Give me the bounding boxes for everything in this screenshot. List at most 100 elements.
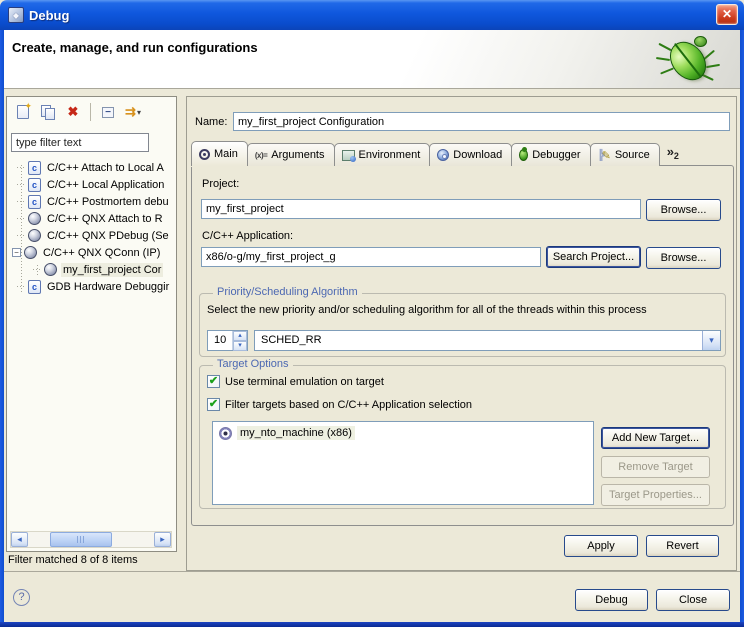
duplicate-configuration-button[interactable] [37,101,59,123]
spinner-down-icon[interactable]: ▾ [233,341,247,351]
scheduler-combo[interactable]: SCHED_RR ▾ [254,330,721,351]
title-bar: ◆ Debug [0,0,744,30]
project-input[interactable] [201,199,641,219]
tab-main[interactable]: Main [191,141,248,166]
project-browse-button[interactable]: Browse... [646,199,721,221]
qnx-sphere-icon [24,246,37,259]
filter-icon: ⇉ [125,104,136,120]
tree-item-postmortem[interactable]: c C/C++ Postmortem debu [7,193,176,210]
filter-dropdown-icon: ▾ [137,108,141,117]
target-machine-icon [219,427,232,440]
qnx-sphere-icon [28,229,41,242]
debug-button[interactable]: Debug [575,589,648,611]
application-input[interactable] [201,247,541,267]
combo-dropdown-icon[interactable]: ▾ [702,331,720,350]
tab-download[interactable]: Download [429,143,512,166]
filter-configurations-button[interactable]: ⇉ ▾ [122,101,144,123]
add-new-target-button[interactable]: Add New Target... [601,427,710,449]
scrollbar-thumb[interactable] [50,532,112,547]
application-label: C/C++ Application: [202,230,293,242]
scroll-left-button[interactable]: ◂ [11,532,28,547]
qnx-sphere-icon [28,212,41,225]
target-list-item[interactable]: my_nto_machine (x86) [213,422,593,442]
window-border-left [0,30,4,623]
configuration-tabs: Main (x)= Arguments Environment Download… [191,141,683,166]
filter-status-text: Filter matched 8 of 8 items [8,554,138,566]
window-border-right [740,30,744,623]
priority-description: Select the new priority and/or schedulin… [207,304,647,316]
terminal-emulation-checkbox[interactable]: ✔ [207,375,220,388]
target-properties-button[interactable]: Target Properties... [601,484,710,506]
scheduler-value: SCHED_RR [255,331,702,350]
configuration-form-panel: Name: Main (x)= Arguments Environment Do… [186,96,737,571]
configurations-panel: ✦ ✖ − ⇉ ▾ c C/C++ Attach to Local A c C/… [6,96,177,552]
target-options-group: Target Options ✔ Use terminal emulation … [199,365,726,509]
help-button[interactable]: ? [13,589,30,606]
tab-debugger[interactable]: Debugger [511,143,590,166]
window-title: Debug [29,8,69,23]
c-application-icon: c [28,280,41,294]
duplicate-icon [41,105,56,120]
configurations-toolbar: ✦ ✖ − ⇉ ▾ [7,97,176,127]
environment-tab-icon [342,150,355,161]
tab-environment[interactable]: Environment [334,143,431,166]
close-window-button[interactable]: ✕ [716,4,738,25]
application-browse-button[interactable]: Browse... [646,247,721,269]
header-banner: Create, manage, and run configurations [4,30,740,89]
collapse-all-button[interactable]: − [97,101,119,123]
configuration-name-input[interactable] [233,112,730,131]
debugger-bug-icon [519,149,528,161]
tree-item-qnx-qconn[interactable]: − C/C++ QNX QConn (IP) [7,244,176,261]
tree-item-qnx-attach[interactable]: C/C++ QNX Attach to R [7,210,176,227]
collapse-expander-icon[interactable]: − [12,248,21,257]
c-application-icon: c [28,178,41,192]
priority-scheduling-group: Priority/Scheduling Algorithm Select the… [199,293,726,357]
c-application-icon: c [28,195,41,209]
tab-source[interactable]: ╠✎ Source [590,143,660,166]
window-icon: ◆ [8,7,24,23]
c-application-icon: c [28,161,41,175]
filter-text-input[interactable] [11,133,149,152]
configurations-tree: c C/C++ Attach to Local A c C/C++ Local … [7,159,176,525]
scroll-right-button[interactable]: ▸ [154,532,171,547]
dialog-close-button[interactable]: Close [656,589,730,611]
tab-arguments[interactable]: (x)= Arguments [247,143,335,166]
priority-group-title: Priority/Scheduling Algorithm [213,286,362,298]
tree-item-local-application[interactable]: c C/C++ Local Application [7,176,176,193]
tree-item-attach-local[interactable]: c C/C++ Attach to Local A [7,159,176,176]
tree-item-gdb-hardware[interactable]: c GDB Hardware Debuggir [7,278,176,295]
arguments-tab-icon: (x)= [255,151,267,160]
terminal-emulation-row: ✔ Use terminal emulation on target [207,375,384,388]
source-tab-icon: ╠✎ [598,149,611,162]
name-label: Name: [195,116,227,128]
scrollbar-track[interactable] [28,532,154,547]
hidden-tab-count: 2 [674,151,679,161]
filter-targets-label: Filter targets based on C/C++ Applicatio… [225,399,472,411]
tab-overflow-indicator[interactable]: »2 [663,144,683,166]
priority-value[interactable]: 10 [208,331,232,350]
qnx-sphere-icon [44,263,57,276]
toolbar-separator [90,103,91,121]
delete-icon: ✖ [68,104,79,120]
new-document-icon: ✦ [17,105,29,119]
target-machine-label: my_nto_machine (x86) [237,426,355,440]
project-label: Project: [202,178,239,190]
remove-target-button[interactable]: Remove Target [601,456,710,478]
main-tab-content: Project: Browse... C/C++ Application: Se… [191,165,734,526]
revert-button[interactable]: Revert [646,535,719,557]
terminal-emulation-label: Use terminal emulation on target [225,376,384,388]
tree-item-my-first-project[interactable]: my_first_project Cor [7,261,176,278]
new-configuration-button[interactable]: ✦ [12,101,34,123]
targets-list[interactable]: my_nto_machine (x86) [212,421,594,505]
filter-targets-checkbox[interactable]: ✔ [207,398,220,411]
apply-button[interactable]: Apply [564,535,638,557]
priority-spinner[interactable]: 10 ▴ ▾ [207,330,248,351]
main-tab-icon [199,149,210,160]
filter-targets-row: ✔ Filter targets based on C/C++ Applicat… [207,398,472,411]
search-project-button[interactable]: Search Project... [546,246,641,268]
tree-horizontal-scrollbar: ◂ ▸ [10,531,172,548]
delete-configuration-button[interactable]: ✖ [62,101,84,123]
tree-item-qnx-pdebug[interactable]: C/C++ QNX PDebug (Se [7,227,176,244]
spinner-up-icon[interactable]: ▴ [233,331,247,341]
bug-image [656,32,722,88]
